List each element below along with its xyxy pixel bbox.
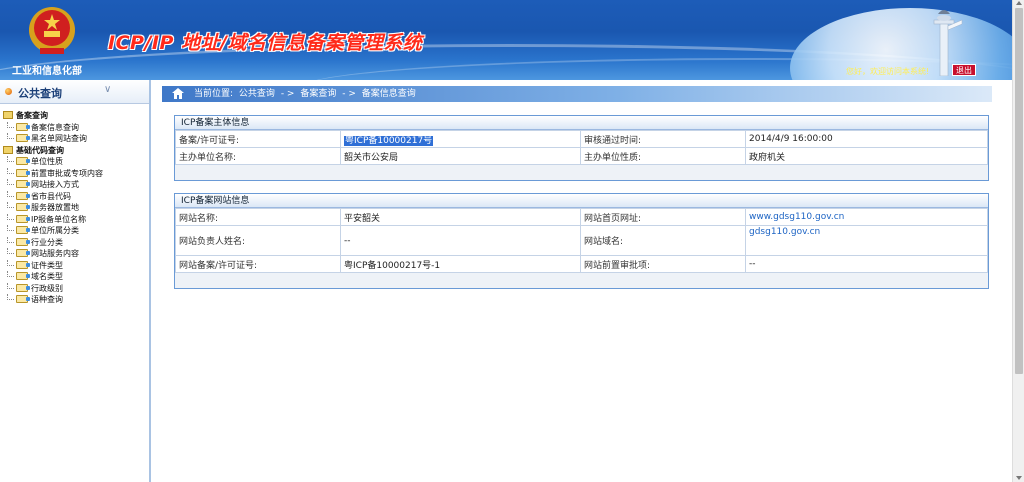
page-icon bbox=[16, 203, 30, 211]
page-icon bbox=[16, 157, 30, 165]
approve-time-value: 2014/4/9 16:00:00 bbox=[745, 130, 988, 148]
page-icon bbox=[16, 191, 30, 200]
page-icon bbox=[16, 168, 30, 177]
subject-info-table: 备案/许可证号: 粤ICP备10000217号 审核通过时间: 2014/4/9… bbox=[175, 130, 988, 165]
sidebar-header: 公共查询 ∨ bbox=[0, 80, 149, 104]
site-panel-footer bbox=[175, 273, 988, 288]
breadcrumb-separator: - > bbox=[280, 89, 295, 99]
bullet-icon bbox=[5, 88, 12, 95]
logout-button[interactable]: 退出 bbox=[952, 64, 976, 76]
site-name-label: 网站名称: bbox=[175, 208, 341, 226]
page-icon bbox=[16, 122, 30, 131]
breadcrumb-level3: 备案信息查询 bbox=[361, 89, 416, 99]
vertical-scrollbar[interactable] bbox=[1012, 0, 1024, 482]
tree-group-record-query[interactable]: 备案查询 bbox=[0, 110, 149, 122]
folder-icon bbox=[3, 145, 13, 154]
org-type-value: 政府机关 bbox=[745, 147, 988, 165]
domain-link[interactable]: gdsg110.gov.cn bbox=[749, 227, 820, 237]
pre-approval-label: 网站前置审批项: bbox=[580, 255, 746, 273]
site-license-label: 网站备案/许可证号: bbox=[175, 255, 341, 273]
breadcrumb-level2[interactable]: 备案查询 bbox=[300, 89, 336, 99]
page-icon bbox=[16, 260, 30, 269]
home-icon[interactable] bbox=[172, 88, 184, 99]
tree-item-language[interactable]: 语种查询 bbox=[0, 294, 149, 306]
homepage-label: 网站首页网址: bbox=[580, 208, 746, 226]
site-info-table: 网站名称: 平安韶关 网站首页网址: www.gdsg110.gov.cn 网站… bbox=[175, 208, 988, 273]
owner-value: -- bbox=[340, 225, 581, 256]
page-icon bbox=[16, 214, 30, 223]
tree-item-unit-nature[interactable]: 单位性质 bbox=[0, 156, 149, 168]
approve-time-label: 审核通过时间: bbox=[580, 130, 746, 148]
tree-item-admin-level[interactable]: 行政级别 bbox=[0, 282, 149, 295]
site-panel-title: ICP备案网站信息 bbox=[175, 194, 988, 208]
site-info-panel: ICP备案网站信息 网站名称: 平安韶关 网站首页网址: www.gdsg110… bbox=[174, 193, 989, 289]
tree-item-id-type[interactable]: 证件类型 bbox=[0, 259, 149, 272]
nav-tree: 备案查询 备案信息查询 黑名单网站查询 基础代码查询 单位性质 前置审批或专项内… bbox=[0, 104, 149, 306]
org-name-label: 主办单位名称: bbox=[175, 147, 341, 165]
page-icon bbox=[16, 249, 30, 257]
license-value[interactable]: 粤ICP备10000217号 bbox=[344, 135, 434, 146]
breadcrumb: 当前位置: 公共查询 - > 备案查询 - > 备案信息查询 bbox=[162, 86, 992, 102]
page-icon bbox=[16, 180, 30, 188]
sidebar: 公共查询 ∨ 备案查询 备案信息查询 黑名单网站查询 基础代码查询 单位性质 前… bbox=[0, 80, 151, 482]
page-icon bbox=[16, 237, 30, 246]
tree-item-ip-unit-name[interactable]: IP报备单位名称 bbox=[0, 213, 149, 226]
page-header: 工业和信息化部 ICP/IP 地址/域名信息备案管理系统 您好，欢迎访问本系统!… bbox=[0, 0, 1012, 80]
subject-info-panel: ICP备案主体信息 备案/许可证号: 粤ICP备10000217号 审核通过时间… bbox=[174, 115, 989, 181]
tree-item-record-info-query[interactable]: 备案信息查询 bbox=[0, 121, 149, 134]
pre-approval-value: -- bbox=[745, 255, 988, 273]
scroll-down-arrow-icon[interactable] bbox=[1016, 476, 1022, 480]
national-emblem-icon bbox=[29, 7, 75, 54]
subject-panel-footer bbox=[175, 165, 988, 180]
homepage-link[interactable]: www.gdsg110.gov.cn bbox=[749, 212, 844, 222]
tree-item-region-code[interactable]: 省市县代码 bbox=[0, 190, 149, 203]
tree-item-service-content[interactable]: 网站服务内容 bbox=[0, 248, 149, 260]
ministry-name: 工业和信息化部 bbox=[12, 66, 82, 77]
site-license-value: 粤ICP备10000217号-1 bbox=[340, 255, 581, 273]
page-icon bbox=[16, 295, 30, 303]
page-icon bbox=[16, 226, 30, 234]
breadcrumb-prefix: 当前位置: bbox=[194, 89, 234, 99]
system-title: ICP/IP 地址/域名信息备案管理系统 bbox=[108, 32, 423, 54]
tree-item-unit-category[interactable]: 单位所属分类 bbox=[0, 225, 149, 237]
collapse-chevron-icon[interactable]: ∨ bbox=[104, 84, 111, 95]
scroll-up-arrow-icon[interactable] bbox=[1016, 1, 1022, 5]
scroll-thumb[interactable] bbox=[1015, 8, 1023, 374]
tree-group-basic-code-query[interactable]: 基础代码查询 bbox=[0, 145, 149, 157]
org-type-label: 主办单位性质: bbox=[580, 147, 746, 165]
tree-item-server-location[interactable]: 服务器放置地 bbox=[0, 202, 149, 214]
domain-label: 网站域名: bbox=[580, 225, 746, 256]
org-name-value: 韶关市公安局 bbox=[340, 147, 581, 165]
owner-label: 网站负责人姓名: bbox=[175, 225, 341, 256]
tree-item-blacklist-query[interactable]: 黑名单网站查询 bbox=[0, 133, 149, 145]
welcome-text: 您好，欢迎访问本系统! bbox=[846, 67, 930, 76]
folder-icon bbox=[3, 111, 13, 119]
tree-item-access-method[interactable]: 网站接入方式 bbox=[0, 179, 149, 191]
page-icon bbox=[16, 134, 30, 142]
page-icon bbox=[16, 283, 30, 292]
subject-panel-title: ICP备案主体信息 bbox=[175, 116, 988, 130]
license-label: 备案/许可证号: bbox=[175, 130, 341, 148]
sidebar-title: 公共查询 bbox=[18, 87, 62, 100]
tree-item-pre-approval[interactable]: 前置审批或专项内容 bbox=[0, 167, 149, 180]
tree-item-industry[interactable]: 行业分类 bbox=[0, 236, 149, 249]
page-icon bbox=[16, 272, 30, 280]
breadcrumb-level1[interactable]: 公共查询 bbox=[239, 89, 275, 99]
breadcrumb-separator: - > bbox=[342, 89, 356, 99]
site-name-value: 平安韶关 bbox=[340, 208, 581, 226]
tree-item-domain-type[interactable]: 域名类型 bbox=[0, 271, 149, 283]
